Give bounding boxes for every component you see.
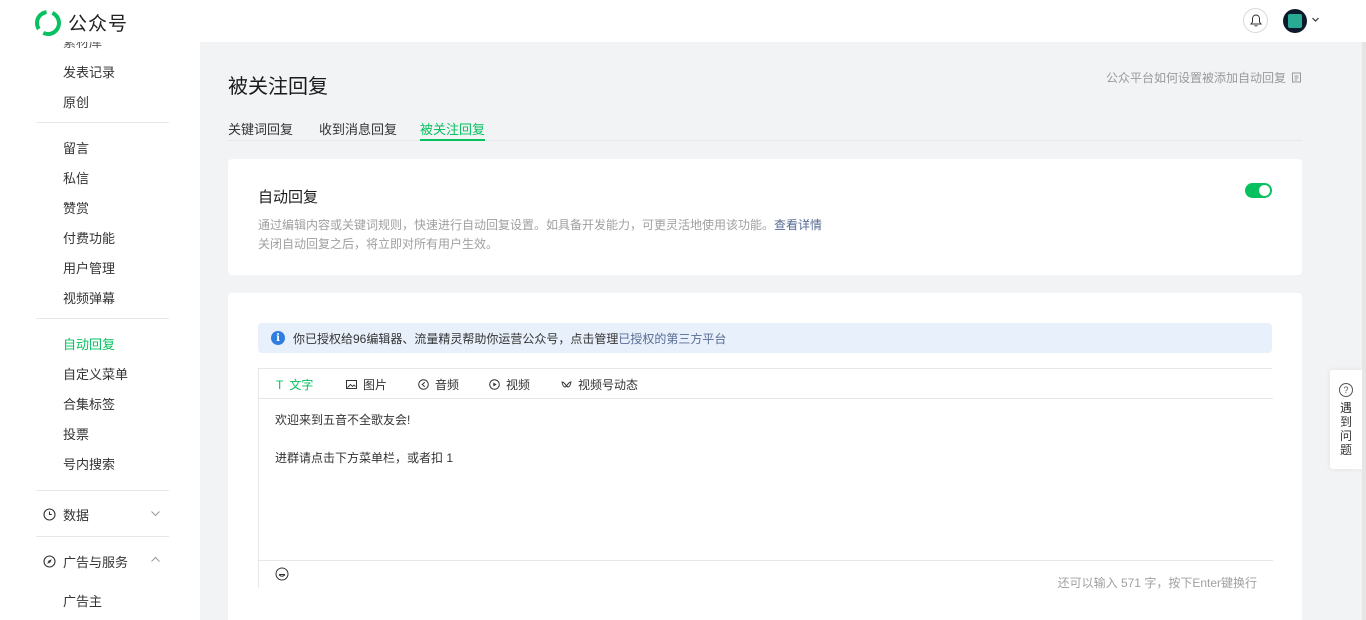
reply-tabs: 关键词回复 收到消息回复 被关注回复 [228, 119, 1302, 141]
sidebar-group-label: 数据 [63, 508, 90, 523]
reply-content-line: 进群请点击下方菜单栏，或者扣 1 [275, 451, 454, 465]
auto-reply-description: 通过编辑内容或关键词规则，快速进行自动回复设置。如具备开发能力，可更灵活地使用该… [258, 216, 822, 254]
wechat-official-logo-icon [35, 9, 61, 36]
auto-reply-desc-line1: 通过编辑内容或关键词规则，快速进行自动回复设置。如具备开发能力，可更灵活地使用该… [258, 218, 775, 232]
notification-bell-button[interactable] [1243, 8, 1268, 33]
notice-text: 你已授权给96编辑器、流量精灵帮助你运营公众号，点击管理 [293, 331, 619, 346]
reply-editor-card: i 你已授权给96编辑器、流量精灵帮助你运营公众号，点击管理 已授权的第三方平台 … [228, 293, 1302, 620]
editor-tab-video[interactable]: 视频 [489, 376, 530, 393]
sidebar-item-paid-features[interactable]: 付费功能 [63, 228, 115, 247]
reply-content-line: 欢迎来到五音不全歌友会! [275, 413, 411, 427]
tab-keyword-reply[interactable]: 关键词回复 [228, 119, 293, 141]
chevron-up-icon[interactable] [150, 554, 161, 565]
help-link-label: 公众平台如何设置被添加自动回复 [1106, 71, 1287, 85]
editor-tab-image[interactable]: 图片 [346, 376, 387, 393]
character-counter: 还可以输入 571 字，按下Enter键换行 [1057, 576, 1257, 590]
sidebar-group-ads-services[interactable]: 广告与服务 [43, 552, 128, 571]
sidebar-divider [36, 122, 169, 123]
sidebar: 素材库 发表记录 原创 留言 私信 赞赏 付费功能 用户管理 视频弹幕 自动回复… [0, 42, 200, 620]
logo[interactable]: 公众号 [35, 9, 128, 36]
editor-type-tabs: T 文字 图片 音频 视频 视频号动态 [259, 369, 1273, 399]
scrollbar[interactable] [1362, 42, 1366, 620]
sidebar-item-comments[interactable]: 留言 [63, 138, 89, 157]
third-party-platform-link[interactable]: 已授权的第三方平台 [618, 330, 726, 347]
sidebar-item-messages[interactable]: 私信 [63, 168, 89, 187]
sidebar-item-collection-tags[interactable]: 合集标签 [63, 394, 115, 413]
sidebar-item-video-danmaku[interactable]: 视频弹幕 [63, 288, 115, 307]
editor-tab-label: 图片 [363, 378, 388, 392]
sidebar-item-materials[interactable]: 素材库 [63, 42, 102, 51]
sidebar-divider [36, 536, 169, 537]
reply-content-area[interactable]: 欢迎来到五音不全歌友会! 进群请点击下方菜单栏，或者扣 1 [275, 411, 453, 468]
auto-reply-card: 自动回复 通过编辑内容或关键词规则，快速进行自动回复设置。如具备开发能力，可更灵… [228, 159, 1302, 275]
sidebar-item-publish-records[interactable]: 发表记录 [63, 62, 115, 81]
sidebar-divider [36, 318, 169, 319]
text-icon: T [276, 377, 284, 392]
authorization-notice: i 你已授权给96编辑器、流量精灵帮助你运营公众号，点击管理 已授权的第三方平台 [258, 323, 1272, 353]
editor-tab-label: 视频 [506, 378, 531, 392]
editor-tab-audio[interactable]: 音频 [418, 376, 459, 393]
help-link[interactable]: 公众平台如何设置被添加自动回复 [1106, 69, 1302, 86]
video-icon [489, 379, 500, 390]
editor-divider [259, 560, 1273, 561]
editor-tab-text[interactable]: T 文字 [276, 376, 313, 393]
tab-message-reply[interactable]: 收到消息回复 [319, 119, 397, 141]
avatar-image [1288, 14, 1302, 28]
audio-icon [418, 379, 429, 390]
sidebar-group-label: 广告与服务 [63, 555, 129, 570]
tab-follow-reply[interactable]: 被关注回复 [420, 119, 486, 141]
page-title: 被关注回复 [228, 76, 328, 98]
sidebar-item-auto-reply[interactable]: 自动回复 [63, 334, 115, 353]
sidebar-group-data[interactable]: 数据 [43, 505, 89, 524]
auto-reply-toggle[interactable] [1245, 183, 1272, 198]
clock-icon [43, 508, 56, 521]
bell-icon [1249, 14, 1262, 27]
sidebar-item-in-account-search[interactable]: 号内搜索 [63, 454, 115, 473]
auto-reply-title: 自动回复 [258, 189, 319, 206]
sidebar-divider [36, 490, 169, 491]
app-title: 公众号 [68, 14, 129, 35]
sidebar-item-advertiser[interactable]: 广告主 [63, 591, 102, 610]
emoji-icon[interactable] [275, 567, 289, 581]
editor-tab-label: 文字 [289, 378, 314, 392]
avatar[interactable] [1283, 9, 1307, 33]
image-icon [346, 380, 357, 389]
auto-reply-desc-line2: 关闭自动回复之后，将立即对所有用户生效。 [258, 237, 499, 251]
toggle-knob [1259, 185, 1270, 196]
editor-tab-label: 视频号动态 [578, 378, 639, 392]
sidebar-item-custom-menu[interactable]: 自定义菜单 [63, 364, 128, 383]
reply-editor: T 文字 图片 音频 视频 视频号动态 欢迎来到五音不全歌友会! 进群请点击下方… [258, 368, 1273, 590]
view-details-link[interactable]: 查看详情 [774, 218, 822, 232]
document-icon [1292, 72, 1302, 83]
sidebar-item-vote[interactable]: 投票 [63, 424, 89, 443]
chevron-down-icon[interactable] [150, 508, 161, 519]
compass-icon [43, 555, 56, 568]
sidebar-item-rewards[interactable]: 赞赏 [63, 198, 89, 217]
floating-help-button[interactable]: ? 遇到问题 [1330, 370, 1362, 469]
sidebar-item-original[interactable]: 原创 [63, 92, 89, 111]
editor-tab-label: 音频 [435, 378, 460, 392]
editor-tab-channels-post[interactable]: 视频号动态 [561, 376, 638, 393]
question-icon: ? [1339, 383, 1353, 397]
info-icon: i [271, 331, 285, 345]
chevron-down-icon[interactable] [1311, 15, 1320, 24]
channels-icon [561, 381, 572, 388]
sidebar-item-user-management[interactable]: 用户管理 [63, 258, 115, 277]
top-bar: 公众号 [0, 0, 1366, 42]
floating-help-label: 遇到问题 [1340, 401, 1353, 457]
